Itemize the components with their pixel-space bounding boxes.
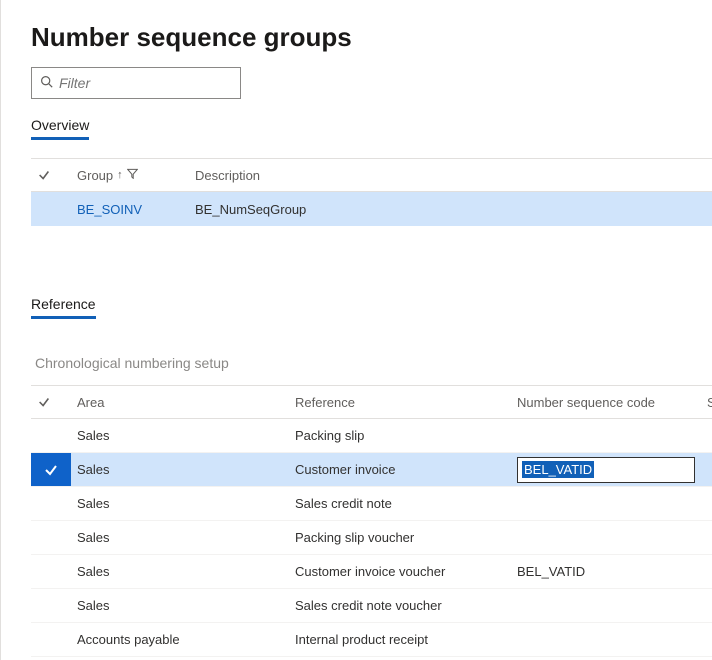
filter-box[interactable] [31,67,241,99]
filter-input[interactable] [59,75,241,91]
column-header-description[interactable]: Description [189,168,409,183]
area-cell: Sales [71,530,289,545]
ns-code-cell[interactable]: BEL_VATID [511,457,701,483]
column-header-group[interactable]: Group ↑ [71,168,189,183]
tab-overview[interactable]: Overview [31,117,89,140]
column-header-area[interactable]: Area [71,395,289,410]
table-row[interactable]: SalesCustomer invoice BEL_VATID [31,453,712,487]
area-cell: Sales [71,598,289,613]
column-header-group-label: Group [77,168,113,183]
group-cell[interactable]: BE_SOINV [71,202,189,217]
select-all-checkbox[interactable] [31,395,71,409]
overview-grid: Group ↑ Description BE_SOINVBE_NumSeqGro… [31,158,712,226]
column-header-sales-tax[interactable]: Sales tax [701,395,712,410]
column-header-ns-code[interactable]: Number sequence code [511,395,701,410]
table-row[interactable]: SalesPacking slip [31,419,712,453]
reference-cell: Customer invoice [289,462,511,477]
area-cell: Sales [71,564,289,579]
area-cell: Sales [71,462,289,477]
area-cell: Sales [71,496,289,511]
filter-icon[interactable] [127,168,138,182]
table-row[interactable]: SalesSales credit note [31,487,712,521]
search-icon [40,75,53,91]
table-row[interactable]: SalesSales credit note voucher [31,589,712,623]
reference-cell: Sales credit note voucher [289,598,511,613]
row-selector[interactable] [31,453,71,486]
select-all-checkbox[interactable] [31,168,71,182]
reference-cell: Packing slip [289,428,511,443]
ns-code-input[interactable]: BEL_VATID [517,457,695,483]
area-cell: Accounts payable [71,632,289,647]
page-title: Number sequence groups [31,22,712,53]
reference-cell: Internal product receipt [289,632,511,647]
reference-grid: Area Reference Number sequence code Sale… [31,385,712,657]
table-row[interactable]: BE_SOINVBE_NumSeqGroup [31,192,712,226]
table-row[interactable]: SalesPacking slip voucher [31,521,712,555]
tab-reference[interactable]: Reference [31,296,96,319]
reference-cell: Packing slip voucher [289,530,511,545]
sort-asc-icon: ↑ [117,169,123,181]
ns-code-cell[interactable]: BEL_VATID [511,564,701,579]
overview-grid-header: Group ↑ Description [31,158,712,192]
table-row[interactable]: Accounts payableInternal product receipt [31,623,712,657]
table-row[interactable]: SalesCustomer invoice voucherBEL_VATID [31,555,712,589]
reference-cell: Customer invoice voucher [289,564,511,579]
reference-subtitle: Chronological numbering setup [35,355,712,371]
area-cell: Sales [71,428,289,443]
column-header-reference[interactable]: Reference [289,395,511,410]
reference-grid-header: Area Reference Number sequence code Sale… [31,385,712,419]
reference-cell: Sales credit note [289,496,511,511]
description-cell: BE_NumSeqGroup [189,202,409,217]
